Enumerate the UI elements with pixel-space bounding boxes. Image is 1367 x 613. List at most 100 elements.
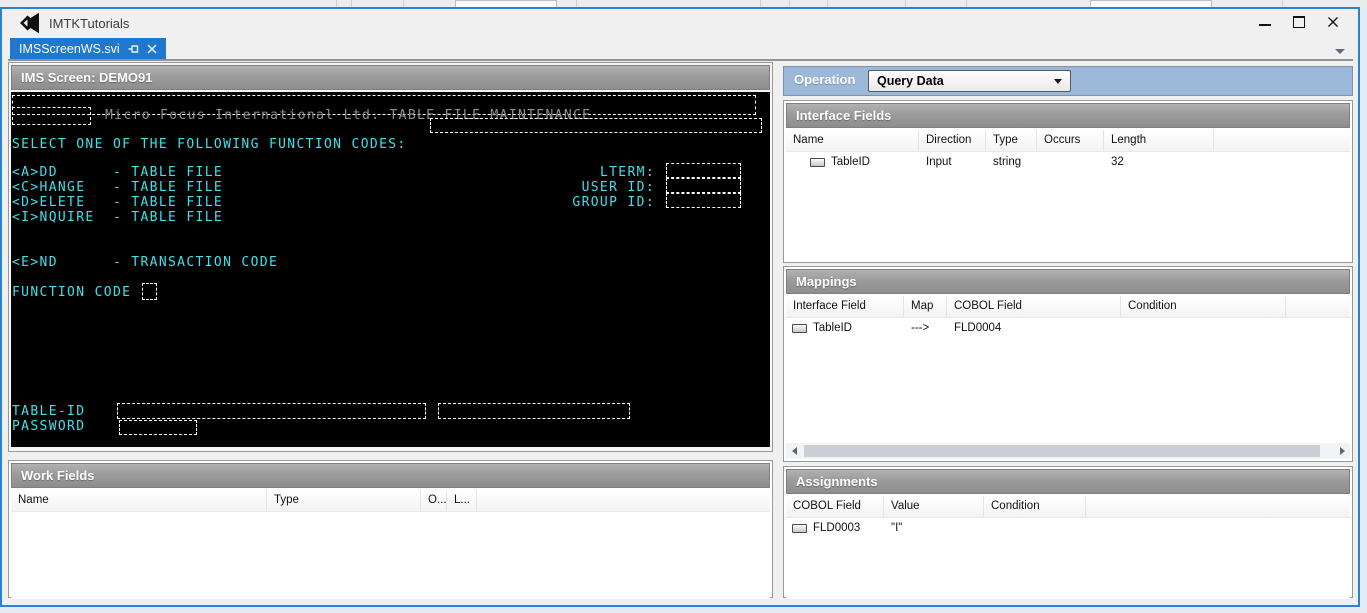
scroll-left-arrow[interactable] [786,443,802,459]
background-fragment [576,0,577,7]
assignment-value: "I" [891,522,903,534]
horizontal-scrollbar[interactable] [786,443,1350,459]
tab-strip: IMSScreenWS.svi [2,38,1358,61]
column-header-length[interactable]: Length [1104,130,1214,151]
scrollbar-thumb[interactable] [804,445,1320,457]
column-header-occurs[interactable]: O... [421,490,447,511]
ims-screen-panel-header: IMS Screen: DEMO91 [11,65,770,90]
operation-label: Operation [794,72,856,87]
field-icon [792,523,807,533]
tab-close-icon[interactable] [147,44,157,54]
mappings-panel-header: Mappings [786,269,1350,294]
column-header-condition[interactable]: Condition [1121,296,1286,317]
mapping-interface-field: TableID [813,322,852,334]
maximize-button[interactable] [1284,11,1314,33]
table-row[interactable]: TableID ---> FLD0004 [786,318,1350,338]
pin-icon[interactable] [128,43,139,55]
column-header-cobol-field[interactable]: COBOL Field [947,296,1121,317]
visual-studio-logo-icon [20,12,39,34]
terminal-userid-label: USER ID: [581,180,655,195]
column-header-name[interactable]: Name [11,490,267,511]
terminal-select-line: SELECT ONE OF THE FOLLOWING FUNCTION COD… [12,137,407,152]
close-button[interactable] [1318,11,1348,33]
close-icon [1328,17,1338,27]
column-header-length[interactable]: L... [447,490,477,511]
triangle-right-icon [1339,447,1345,455]
column-header-cobol-field[interactable]: COBOL Field [786,496,884,517]
groupid-field-box[interactable] [666,193,741,208]
column-header-filler [477,490,770,511]
column-header-type[interactable]: Type [267,490,421,511]
column-header-filler [1286,296,1350,317]
interface-field-name: TableID [831,156,870,168]
terminal-end-line: <E>ND - TRANSACTION CODE [12,255,279,270]
terminal-lterm-label: LTERM: [599,165,655,180]
background-fragment [966,0,967,7]
password-field-box[interactable] [119,420,197,435]
column-header-filler [1086,496,1350,517]
userid-field-box[interactable] [666,178,741,193]
column-header-condition[interactable]: Condition [984,496,1086,517]
operation-dropdown[interactable]: Query Data [868,70,1071,92]
screen-field-box[interactable] [430,118,762,133]
table-row[interactable]: TableID Input string 32 [786,152,1350,172]
mappings-table-header: Interface Field Map COBOL Field Conditio… [786,296,1350,318]
content-divider [8,59,1353,61]
title-bar: IMTKTutorials [2,9,1358,38]
minimize-icon [1259,24,1271,26]
column-header-occurs[interactable]: Occurs [1037,130,1104,151]
work-fields-panel: Work Fields Name Type O... L... [8,460,773,599]
column-header-interface-field[interactable]: Interface Field [786,296,904,317]
mappings-panel: Mappings Interface Field Map COBOL Field… [783,266,1353,462]
column-header-direction[interactable]: Direction [919,130,986,151]
terminal-function-code-line: <A>DD - TABLE FILE [12,165,224,180]
triangle-left-icon [791,447,797,455]
ims-terminal-screen[interactable]: Micro Focus International Ltd. TABLE FIL… [11,92,770,447]
background-fragment [905,0,906,7]
tab-imsscreenws[interactable]: IMSScreenWS.svi [10,38,166,60]
tab-label: IMSScreenWS.svi [19,42,120,56]
terminal-groupid-label: GROUP ID: [572,195,655,210]
work-fields-panel-header: Work Fields [11,463,770,488]
window-title: IMTKTutorials [49,16,130,31]
mapping-cobol-field: FLD0004 [954,322,1002,334]
background-fragment [403,0,404,7]
column-header-name[interactable]: Name [786,130,919,151]
mapping-arrow: ---> [911,322,930,334]
work-fields-table-body[interactable] [11,512,770,599]
work-fields-table-header: Name Type O... L... [11,490,770,512]
tableid-field-box-2[interactable] [438,403,630,419]
interface-fields-table-header: Name Direction Type Occurs Length [786,130,1350,152]
background-fragment [827,0,828,7]
screen-field-box[interactable] [12,107,91,125]
terminal-function-code-label: FUNCTION CODE [12,285,132,300]
terminal-tableid-label: TABLE-ID [12,404,86,419]
interface-fields-table-body[interactable]: TableID Input string 32 [786,152,1350,261]
tableid-field-box[interactable] [117,403,426,419]
scroll-right-arrow[interactable] [1334,443,1350,459]
assignments-table-body[interactable]: FLD0003 "I" [786,518,1350,599]
lterm-field-box[interactable] [666,163,741,178]
column-header-type[interactable]: Type [986,130,1037,151]
function-code-field-box[interactable] [142,283,157,300]
assignment-cobol-field: FLD0003 [813,522,861,534]
ims-screen-panel: IMS Screen: DEMO91 Micro Focus Internati… [8,62,773,452]
app-window: IMTKTutorials IMSScreenWS.svi IMS Screen… [0,7,1360,607]
background-fragment [789,0,790,7]
interface-field-direction: Input [926,156,952,168]
assignments-panel: Assignments COBOL Field Value Condition … [783,466,1353,599]
background-fragment [1282,0,1283,7]
minimize-button[interactable] [1250,11,1280,33]
tab-list-dropdown-icon[interactable] [1335,49,1345,54]
field-icon [810,157,825,167]
assignments-panel-header: Assignments [786,469,1350,494]
interface-fields-panel: Interface Fields Name Direction Type Occ… [783,100,1353,263]
interface-field-length: 32 [1111,156,1124,168]
column-header-value[interactable]: Value [884,496,984,517]
mappings-table-body[interactable]: TableID ---> FLD0004 [786,318,1350,442]
column-header-map[interactable]: Map [904,296,947,317]
column-header-filler [1214,130,1350,151]
chevron-down-icon [1054,79,1062,84]
background-fragment [760,0,761,7]
table-row[interactable]: FLD0003 "I" [786,518,1350,538]
